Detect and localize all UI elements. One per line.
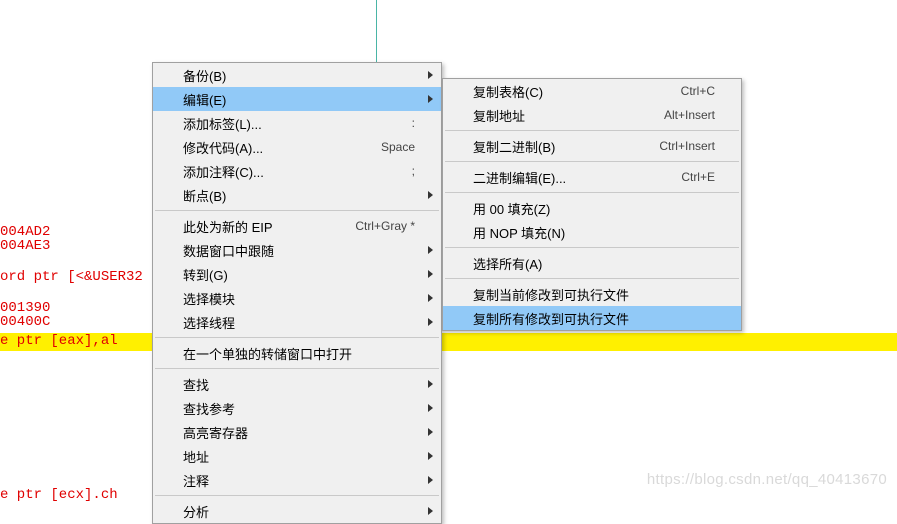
- menu-separator: [155, 495, 439, 496]
- menu-item-shortcut: Ctrl+Gray *: [355, 219, 415, 233]
- menu-separator: [445, 192, 739, 193]
- edit-submenu-item[interactable]: 复制当前修改到可执行文件: [443, 282, 741, 306]
- menu-item-label: 查找参考: [183, 399, 415, 418]
- context-menu-item[interactable]: 此处为新的 EIPCtrl+Gray *: [153, 214, 441, 238]
- menu-item-label: 高亮寄存器: [183, 423, 415, 442]
- edit-submenu-item[interactable]: 二进制编辑(E)...Ctrl+E: [443, 165, 741, 189]
- context-menu-primary[interactable]: 备份(B)编辑(E)添加标签(L)...:修改代码(A)...Space添加注释…: [152, 62, 442, 524]
- submenu-arrow-icon: [428, 246, 433, 254]
- menu-item-label: 地址: [183, 447, 415, 466]
- context-menu-item[interactable]: 备份(B): [153, 63, 441, 87]
- edit-submenu-item[interactable]: 复制二进制(B)Ctrl+Insert: [443, 134, 741, 158]
- submenu-arrow-icon: [428, 428, 433, 436]
- context-menu-edit-submenu[interactable]: 复制表格(C)Ctrl+C复制地址Alt+Insert复制二进制(B)Ctrl+…: [442, 78, 742, 331]
- submenu-arrow-icon: [428, 404, 433, 412]
- menu-item-label: 编辑(E): [183, 90, 415, 109]
- menu-item-label: 修改代码(A)...: [183, 138, 381, 157]
- highlighted-instruction-row: e ptr [eax],al: [0, 333, 897, 351]
- menu-item-shortcut: :: [412, 116, 415, 130]
- edit-submenu-item[interactable]: 用 NOP 填充(N): [443, 220, 741, 244]
- context-menu-item[interactable]: 修改代码(A)...Space: [153, 135, 441, 159]
- edit-submenu-item[interactable]: 复制地址Alt+Insert: [443, 103, 741, 127]
- menu-item-shortcut: ;: [412, 164, 415, 178]
- menu-item-label: 注释: [183, 471, 415, 490]
- graph-connector-line: [376, 0, 377, 68]
- menu-item-label: 复制地址: [473, 106, 664, 125]
- disasm-text: 00400C: [0, 314, 50, 330]
- context-menu-item[interactable]: 转到(G): [153, 262, 441, 286]
- context-menu-item[interactable]: 注释: [153, 468, 441, 492]
- submenu-arrow-icon: [428, 191, 433, 199]
- disasm-text: ord ptr [<&USER32: [0, 269, 143, 285]
- menu-item-label: 复制表格(C): [473, 82, 681, 101]
- menu-item-label: 备份(B): [183, 66, 415, 85]
- menu-item-label: 选择所有(A): [473, 254, 715, 273]
- submenu-arrow-icon: [428, 476, 433, 484]
- menu-item-label: 查找: [183, 375, 415, 394]
- menu-item-label: 选择线程: [183, 313, 415, 332]
- menu-separator: [445, 278, 739, 279]
- menu-item-shortcut: Ctrl+Insert: [659, 139, 715, 153]
- highlighted-instruction-text: e ptr [eax],al: [0, 333, 118, 349]
- edit-submenu-item[interactable]: 选择所有(A): [443, 251, 741, 275]
- edit-submenu-item[interactable]: 用 00 填充(Z): [443, 196, 741, 220]
- menu-separator: [155, 337, 439, 338]
- context-menu-item[interactable]: 添加标签(L)...:: [153, 111, 441, 135]
- submenu-arrow-icon: [428, 95, 433, 103]
- menu-separator: [445, 130, 739, 131]
- context-menu-item[interactable]: 选择模块: [153, 286, 441, 310]
- context-menu-item[interactable]: 编辑(E): [153, 87, 441, 111]
- menu-item-shortcut: Ctrl+E: [681, 170, 715, 184]
- submenu-arrow-icon: [428, 380, 433, 388]
- menu-separator: [155, 210, 439, 211]
- context-menu-item[interactable]: 选择线程: [153, 310, 441, 334]
- menu-separator: [445, 161, 739, 162]
- context-menu-item[interactable]: 地址: [153, 444, 441, 468]
- context-menu-item[interactable]: 查找参考: [153, 396, 441, 420]
- menu-item-label: 转到(G): [183, 265, 415, 284]
- context-menu-item[interactable]: 数据窗口中跟随: [153, 238, 441, 262]
- menu-item-label: 复制所有修改到可执行文件: [473, 309, 715, 328]
- menu-item-label: 添加注释(C)...: [183, 162, 412, 181]
- edit-submenu-item[interactable]: 复制所有修改到可执行文件: [443, 306, 741, 330]
- menu-item-label: 此处为新的 EIP: [183, 217, 355, 236]
- menu-item-label: 添加标签(L)...: [183, 114, 412, 133]
- menu-item-label: 二进制编辑(E)...: [473, 168, 681, 187]
- submenu-arrow-icon: [428, 507, 433, 515]
- context-menu-item[interactable]: 断点(B): [153, 183, 441, 207]
- menu-item-label: 断点(B): [183, 186, 415, 205]
- menu-item-shortcut: Ctrl+C: [681, 84, 715, 98]
- menu-item-label: 数据窗口中跟随: [183, 241, 415, 260]
- watermark-text: https://blog.csdn.net/qq_40413670: [647, 471, 887, 488]
- menu-separator: [445, 247, 739, 248]
- menu-item-label: 复制二进制(B): [473, 137, 659, 156]
- context-menu-item[interactable]: 高亮寄存器: [153, 420, 441, 444]
- disasm-text: e ptr [ecx].ch: [0, 487, 118, 503]
- submenu-arrow-icon: [428, 270, 433, 278]
- context-menu-item[interactable]: 查找: [153, 372, 441, 396]
- submenu-arrow-icon: [428, 452, 433, 460]
- context-menu-item[interactable]: 添加注释(C)...;: [153, 159, 441, 183]
- context-menu-item[interactable]: 在一个单独的转储窗口中打开: [153, 341, 441, 365]
- menu-item-label: 用 NOP 填充(N): [473, 223, 715, 242]
- submenu-arrow-icon: [428, 294, 433, 302]
- edit-submenu-item[interactable]: 复制表格(C)Ctrl+C: [443, 79, 741, 103]
- menu-item-shortcut: Alt+Insert: [664, 108, 715, 122]
- menu-item-label: 在一个单独的转储窗口中打开: [183, 344, 415, 363]
- menu-item-shortcut: Space: [381, 140, 415, 154]
- menu-item-label: 复制当前修改到可执行文件: [473, 285, 715, 304]
- submenu-arrow-icon: [428, 71, 433, 79]
- context-menu-item[interactable]: 分析: [153, 499, 441, 523]
- menu-item-label: 分析: [183, 502, 415, 521]
- disasm-text: 004AE3: [0, 238, 50, 254]
- menu-item-label: 选择模块: [183, 289, 415, 308]
- menu-separator: [155, 368, 439, 369]
- menu-item-label: 用 00 填充(Z): [473, 199, 715, 218]
- submenu-arrow-icon: [428, 318, 433, 326]
